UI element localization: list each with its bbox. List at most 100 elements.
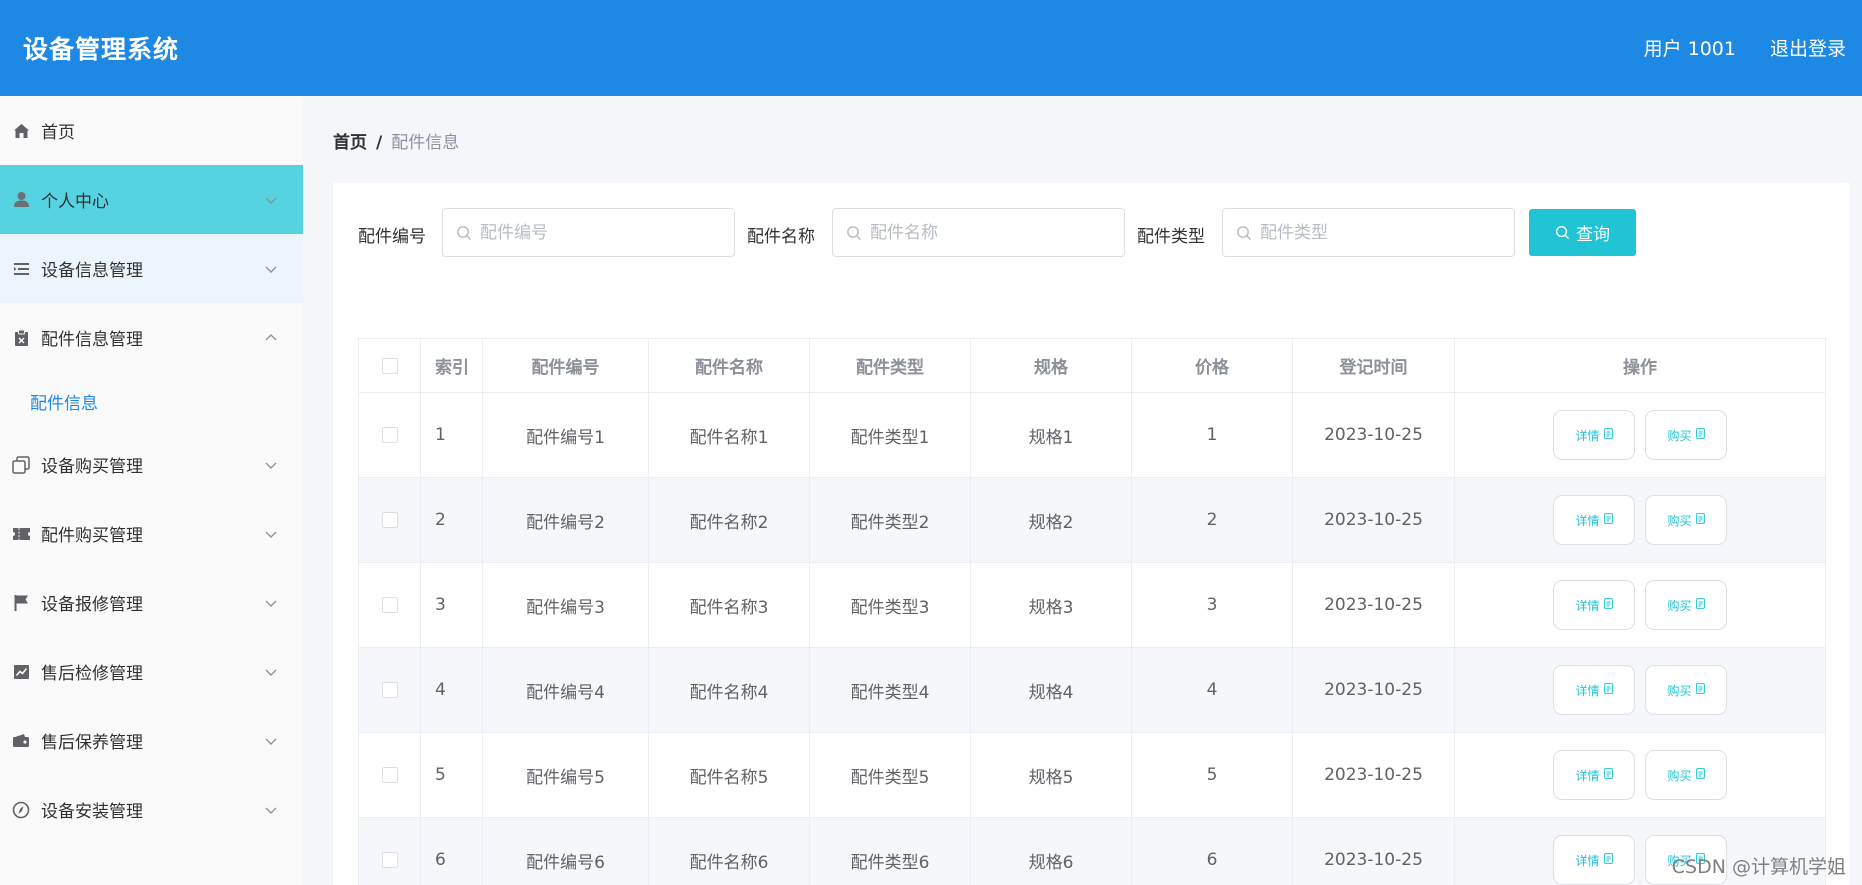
document-icon — [1692, 683, 1705, 697]
header-select-all — [359, 339, 421, 393]
table-cell: 5 — [421, 733, 483, 818]
row-select-cell — [359, 478, 421, 563]
row-actions: 详情 购买 — [1455, 563, 1826, 648]
query-button[interactable]: 查询 — [1529, 209, 1636, 256]
table-cell: 配件类型6 — [810, 818, 971, 885]
detail-button[interactable]: 详情 — [1553, 580, 1635, 630]
search-icon — [1237, 226, 1251, 240]
table-cell: 配件名称4 — [649, 648, 810, 733]
detail-button-label: 详情 — [1575, 598, 1600, 613]
buy-button[interactable]: 购买 — [1645, 665, 1727, 715]
sidebar-item-parts-info[interactable]: 配件信息管理 — [0, 303, 303, 372]
row-checkbox[interactable] — [381, 597, 398, 613]
table-cell: 1 — [421, 393, 483, 478]
row-checkbox[interactable] — [381, 767, 398, 783]
detail-button-label: 详情 — [1575, 683, 1600, 698]
sidebar-subitem-parts-info[interactable]: 配件信息 — [0, 372, 303, 430]
detail-button-label: 详情 — [1575, 853, 1600, 868]
row-checkbox[interactable] — [381, 682, 398, 698]
breadcrumb-home[interactable]: 首页 — [333, 133, 367, 153]
select-all-checkbox[interactable] — [381, 357, 398, 374]
sidebar-item-home[interactable]: 首页 — [0, 96, 303, 165]
sidebar-item-device-installation[interactable]: 设备安装管理 — [0, 775, 303, 844]
buy-button[interactable]: 购买 — [1645, 580, 1727, 630]
chevron-down-icon — [265, 531, 277, 538]
sidebar-item-parts-purchase[interactable]: 配件购买管理 — [0, 499, 303, 568]
buy-button[interactable]: 购买 — [1645, 410, 1727, 460]
sidebar-item-device-purchase[interactable]: 设备购买管理 — [0, 430, 303, 499]
chevron-down-icon — [265, 462, 277, 469]
sidebar-item-after-sales-inspection[interactable]: 售后检修管理 — [0, 637, 303, 706]
search-input-part-type[interactable] — [1222, 208, 1515, 257]
table-row: 4 配件编号4 配件名称4 配件类型4 规格4 4 2023-10-25 详情 购买 — [359, 648, 1826, 733]
search-icon — [457, 226, 471, 240]
sidebar-item-label: 首页 — [41, 123, 75, 143]
search-label-part-type: 配件类型 — [1137, 227, 1205, 247]
table-cell: 配件类型1 — [810, 393, 971, 478]
sidebar-item-label: 设备安装管理 — [41, 802, 143, 822]
table-cell: 配件编号6 — [483, 818, 649, 885]
detail-button[interactable]: 详情 — [1553, 835, 1635, 885]
part-name-field[interactable] — [870, 209, 1115, 256]
parts-table: 索引 配件编号 配件名称 配件类型 规格 价格 登记时间 操作 1 配件编号1 配件… — [358, 338, 1826, 885]
detail-button[interactable]: 详情 — [1553, 495, 1635, 545]
sidebar-item-label: 设备信息管理 — [41, 261, 143, 281]
flag-icon — [11, 593, 31, 613]
row-select-cell — [359, 648, 421, 733]
table-cell: 3 — [1132, 563, 1293, 648]
part-no-field[interactable] — [480, 209, 725, 256]
breadcrumb: 首页 / 配件信息 — [333, 128, 459, 153]
document-icon — [1692, 428, 1705, 442]
row-select-cell — [359, 393, 421, 478]
table-cell: 规格1 — [971, 393, 1132, 478]
detail-button[interactable]: 详情 — [1553, 665, 1635, 715]
sidebar-item-after-sales-maintenance[interactable]: 售后保养管理 — [0, 706, 303, 775]
sidebar-item-device-info[interactable]: 设备信息管理 — [0, 234, 303, 303]
chevron-down-icon — [265, 738, 277, 745]
detail-button[interactable]: 详情 — [1553, 410, 1635, 460]
buy-button-label: 购买 — [1667, 598, 1692, 613]
part-type-field[interactable] — [1260, 209, 1505, 256]
breadcrumb-current: 配件信息 — [391, 133, 460, 153]
clipboard-icon — [11, 328, 31, 348]
document-icon — [1600, 768, 1613, 782]
detail-button[interactable]: 详情 — [1553, 750, 1635, 800]
buy-button[interactable]: 购买 — [1645, 750, 1727, 800]
table-row: 3 配件编号3 配件名称3 配件类型3 规格3 3 2023-10-25 详情 购买 — [359, 563, 1826, 648]
watermark: CSDN @计算机学姐 — [1671, 856, 1846, 878]
search-input-part-name[interactable] — [832, 208, 1125, 257]
row-select-cell — [359, 818, 421, 885]
compass-icon — [11, 800, 31, 820]
search-input-part-no[interactable] — [442, 208, 735, 257]
sidebar-item-label: 设备报修管理 — [41, 595, 143, 615]
table-cell: 2 — [421, 478, 483, 563]
table-cell: 2 — [1132, 478, 1293, 563]
table-cell: 1 — [1132, 393, 1293, 478]
sidebar-item-personal-center[interactable]: 个人中心 — [0, 165, 303, 234]
user-label: 用户 1001 — [1643, 38, 1736, 60]
table-cell: 规格4 — [971, 648, 1132, 733]
row-checkbox[interactable] — [381, 512, 398, 528]
chevron-down-icon — [265, 669, 277, 676]
table-cell: 2023-10-25 — [1293, 733, 1455, 818]
document-icon — [1600, 513, 1613, 527]
logout-button[interactable]: 退出登录 — [1770, 34, 1846, 61]
sidebar: 首页 个人中心 设备信息管理 配件信息管理 配件信息 设备购买管理 配件购买管理… — [0, 96, 303, 885]
row-select-cell — [359, 563, 421, 648]
table-cell: 3 — [421, 563, 483, 648]
row-checkbox[interactable] — [381, 427, 398, 443]
table-row: 5 配件编号5 配件名称5 配件类型5 规格5 5 2023-10-25 详情 购买 — [359, 733, 1826, 818]
buy-button[interactable]: 购买 — [1645, 495, 1727, 545]
detail-button-label: 详情 — [1575, 428, 1600, 443]
table-cell: 配件名称2 — [649, 478, 810, 563]
detail-button-label: 详情 — [1575, 768, 1600, 783]
search-label-part-name: 配件名称 — [747, 227, 815, 247]
sidebar-item-device-repair[interactable]: 设备报修管理 — [0, 568, 303, 637]
table-cell: 规格5 — [971, 733, 1132, 818]
table-cell: 2023-10-25 — [1293, 648, 1455, 733]
search-label-part-no: 配件编号 — [358, 227, 426, 247]
search-icon — [847, 226, 861, 240]
row-checkbox[interactable] — [381, 852, 398, 868]
document-icon — [1600, 683, 1613, 697]
column-header: 价格 — [1132, 339, 1293, 393]
